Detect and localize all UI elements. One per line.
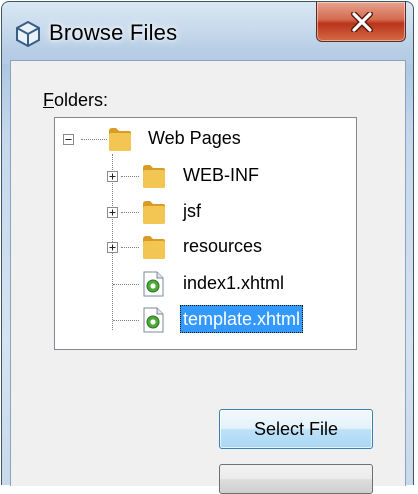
folder-icon — [109, 128, 131, 151]
select-file-button[interactable]: Select File — [219, 409, 373, 449]
folder-icon — [143, 165, 165, 188]
folder-icon — [143, 201, 165, 224]
tree-node-resources[interactable]: resources — [55, 232, 355, 262]
tree-node-label: jsf — [183, 201, 201, 221]
tree-node-template-xhtml[interactable]: template.xhtml — [55, 305, 355, 335]
window-title: Browse Files — [49, 20, 178, 45]
window-app-icon — [16, 21, 40, 47]
expand-icon[interactable] — [107, 171, 118, 182]
close-button[interactable] — [316, 2, 406, 42]
tree-node-label: WEB-INF — [183, 165, 259, 185]
xhtml-file-icon — [143, 271, 164, 297]
folder-tree[interactable]: Web Pages WEB-INF jsf resources index1.x… — [54, 117, 357, 350]
folder-icon — [143, 236, 165, 259]
tree-node-label: index1.xhtml — [183, 273, 285, 293]
tree-node-index1-xhtml[interactable]: index1.xhtml — [55, 269, 355, 299]
folders-label: Folders: — [43, 90, 109, 110]
tree-node-label: Web Pages — [148, 128, 241, 148]
secondary-button[interactable] — [219, 464, 373, 494]
tree-node-web-pages[interactable]: Web Pages — [55, 124, 355, 154]
xhtml-file-icon — [143, 307, 164, 333]
collapse-icon[interactable] — [63, 134, 74, 145]
tree-node-web-inf[interactable]: WEB-INF — [55, 161, 355, 191]
tree-node-jsf[interactable]: jsf — [55, 197, 355, 227]
expand-icon[interactable] — [107, 242, 118, 253]
tree-node-label: resources — [183, 236, 263, 256]
tree-node-label-selected: template.xhtml — [180, 305, 304, 333]
expand-icon[interactable] — [107, 207, 118, 218]
close-icon — [351, 12, 373, 32]
